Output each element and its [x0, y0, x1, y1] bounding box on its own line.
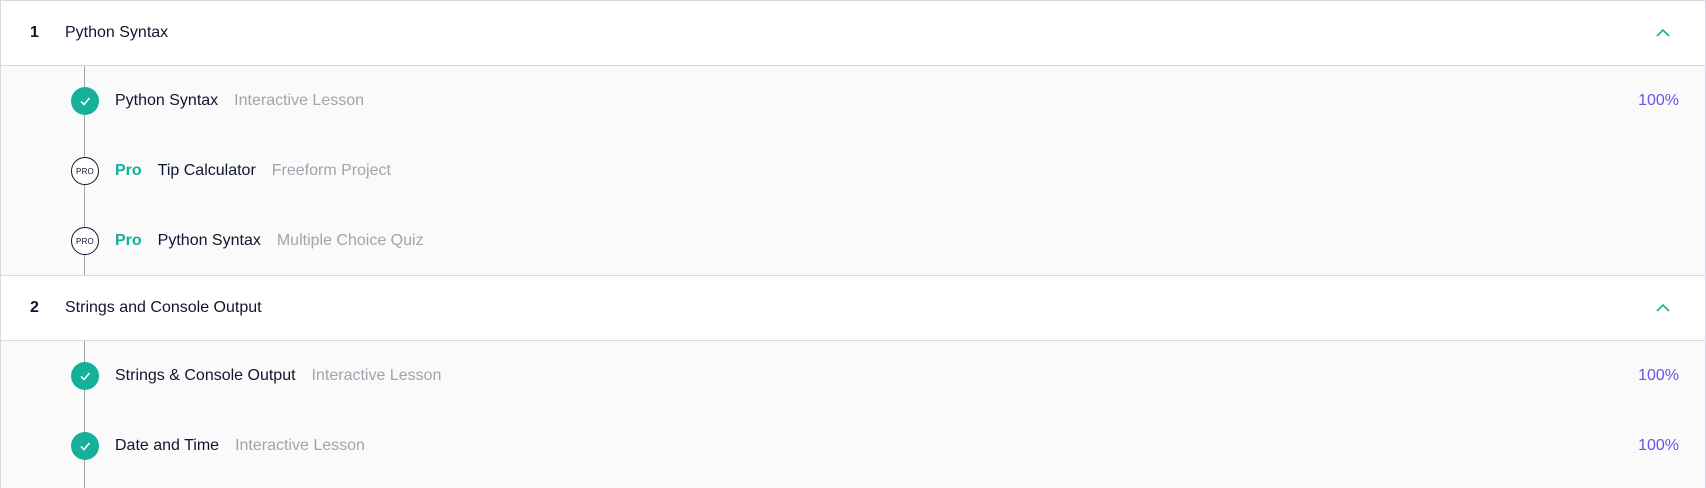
module-title: Python Syntax: [65, 24, 169, 41]
list-item[interactable]: PRO Pro Python Syntax Multiple Choice Qu…: [1, 206, 1705, 276]
module-number: 2: [30, 299, 39, 316]
progress-percent: 100%: [1638, 437, 1679, 454]
item-type: Interactive Lesson: [234, 92, 365, 109]
item-text: Date and Time Interactive Lesson: [115, 437, 365, 455]
course-syllabus: 1 Python Syntax Python Syntax Interactiv…: [0, 0, 1706, 488]
item-text: Pro Python Syntax Multiple Choice Quiz: [115, 232, 424, 250]
module-body-1: Python Syntax Interactive Lesson 100% PR…: [0, 66, 1706, 276]
item-title: Date and Time: [115, 437, 220, 454]
chevron-up-icon[interactable]: [1655, 27, 1671, 39]
pro-tag: Pro: [115, 162, 142, 179]
list-item[interactable]: PRO Pro Tip Calculator Freeform Project: [1, 136, 1705, 206]
pro-tag: Pro: [115, 232, 142, 249]
module-body-2: Strings & Console Output Interactive Les…: [0, 341, 1706, 488]
item-title: Tip Calculator: [157, 162, 256, 179]
module-title: Strings and Console Output: [65, 299, 262, 316]
list-item[interactable]: Python Syntax Interactive Lesson 100%: [1, 66, 1705, 136]
item-type: Multiple Choice Quiz: [276, 232, 424, 249]
list-item[interactable]: Strings & Console Output Interactive Les…: [1, 341, 1705, 411]
progress-percent: 100%: [1638, 92, 1679, 109]
item-type: Freeform Project: [271, 162, 391, 179]
item-title: Python Syntax: [115, 92, 219, 109]
item-text: Python Syntax Interactive Lesson: [115, 92, 364, 110]
item-type: Interactive Lesson: [235, 437, 365, 454]
module-header-1[interactable]: 1 Python Syntax: [0, 0, 1706, 66]
checkmark-icon: [71, 362, 99, 390]
item-type: Interactive Lesson: [311, 367, 442, 384]
item-text: Strings & Console Output Interactive Les…: [115, 367, 441, 385]
item-title: Python Syntax: [157, 232, 261, 249]
pro-badge-icon: PRO: [71, 157, 99, 185]
checkmark-icon: [71, 432, 99, 460]
progress-percent: 100%: [1638, 367, 1679, 384]
module-header-2[interactable]: 2 Strings and Console Output: [0, 275, 1706, 341]
list-item[interactable]: Date and Time Interactive Lesson 100%: [1, 411, 1705, 481]
item-text: Pro Tip Calculator Freeform Project: [115, 162, 391, 180]
module-number: 1: [30, 24, 39, 41]
chevron-up-icon[interactable]: [1655, 302, 1671, 314]
checkmark-icon: [71, 87, 99, 115]
item-title: Strings & Console Output: [115, 367, 296, 384]
pro-badge-icon: PRO: [71, 227, 99, 255]
